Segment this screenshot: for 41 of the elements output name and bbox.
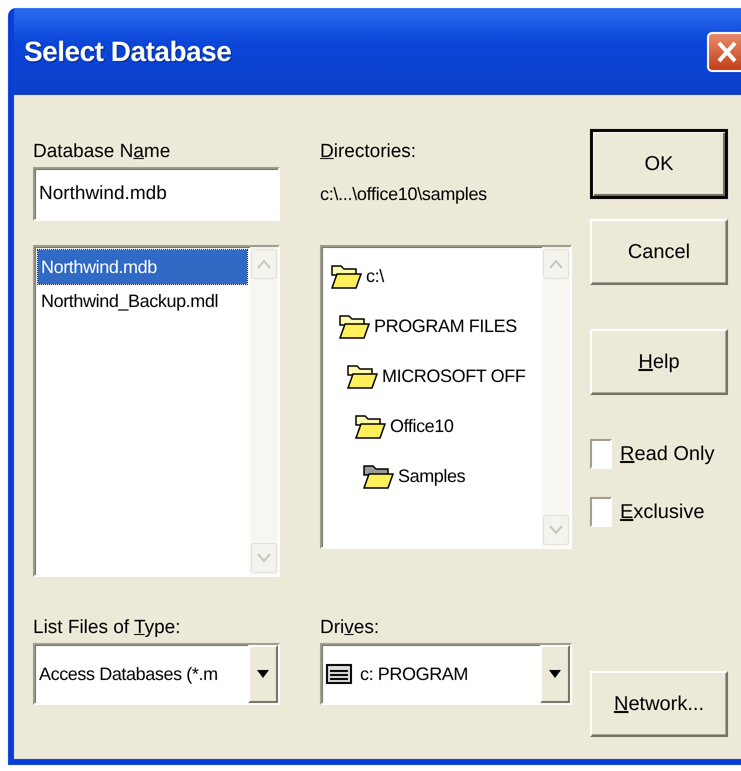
checkbox[interactable] [590,497,612,527]
checkbox[interactable] [590,439,612,469]
caret-icon [257,670,269,678]
scrollbar[interactable] [250,247,278,575]
file-type-label: List Files of Type: [33,616,182,640]
scroll-up-icon [549,259,563,269]
dialog-button[interactable]: OK [590,129,728,199]
database-name-label: Database Name [33,140,172,164]
drive-icon [326,664,352,684]
scroll-down-icon [257,553,271,563]
close-icon [716,40,738,64]
dialog-button[interactable]: Cancel [590,219,728,285]
directory-path: c:\...\office10\samples [320,183,488,206]
network-button[interactable]: Network... [590,671,728,737]
directory-item[interactable]: MICROSOFT OFF [324,351,540,401]
directory-item[interactable]: c:\ [324,251,540,301]
option-checkbox[interactable]: Read Only [590,425,728,483]
dialog-button[interactable]: Help [590,329,728,395]
directory-item[interactable]: Office10 [324,401,540,451]
database-name-field[interactable]: Northwind.mdb [33,167,280,221]
window-title: Select Database [24,36,232,68]
scroll-down-button[interactable] [251,543,277,573]
file-item[interactable]: Northwind.mdb [38,250,247,284]
scroll-down-icon [549,525,563,535]
scroll-up-button[interactable] [543,249,569,279]
scroll-down-button[interactable] [543,515,569,545]
scroll-up-button[interactable] [251,249,277,279]
drives-dropdown[interactable]: c: PROGRAM [320,643,572,705]
scrollbar[interactable] [542,247,570,547]
drives-label: Drives: [320,616,380,640]
dropdown-button[interactable] [540,645,570,703]
scroll-up-icon [257,259,271,269]
option-checkbox[interactable]: Exclusive [590,483,728,541]
caret-icon [549,670,561,678]
file-type-dropdown[interactable]: Access Databases (*.m [33,643,280,705]
close-button[interactable] [707,32,741,72]
directory-item[interactable]: PROGRAM FILES [324,301,540,351]
file-item[interactable]: Northwind_Backup.mdl [38,284,247,318]
directories-label: Directories: [320,140,418,164]
dropdown-button[interactable] [248,645,278,703]
directory-item[interactable]: Samples [324,451,540,501]
